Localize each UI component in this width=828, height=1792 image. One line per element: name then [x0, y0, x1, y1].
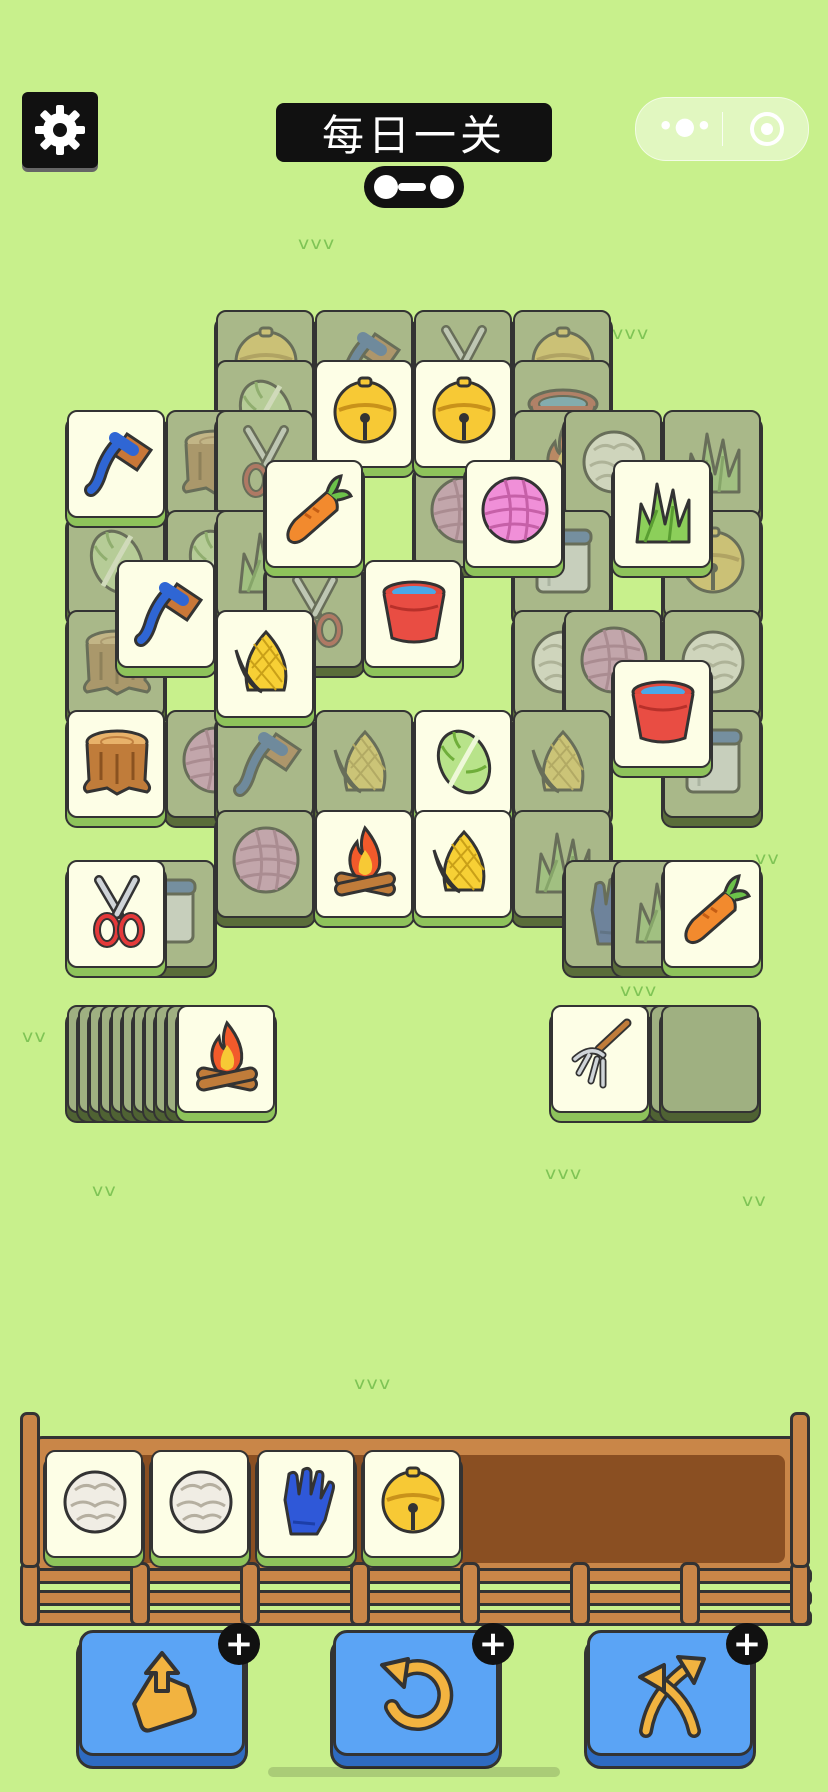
more-dots-icon[interactable]: •●•: [658, 112, 713, 140]
fence-post: [570, 1562, 590, 1626]
add-shuffle-icon[interactable]: +: [726, 1623, 768, 1665]
grass-decoration: ᵥᵥ: [92, 1169, 118, 1204]
shuffle-button[interactable]: +: [587, 1623, 768, 1756]
grass-decoration: ᵥᵥ: [22, 1015, 48, 1050]
home-indicator: [268, 1767, 560, 1777]
undo-button[interactable]: +: [333, 1623, 514, 1756]
glove-icon: [283, 1466, 335, 1536]
level-title: 每日一关: [276, 103, 552, 162]
grass-decoration: ᵥᵥᵥ: [545, 1152, 583, 1187]
carrot-icon: [286, 474, 354, 545]
target-close-icon[interactable]: [748, 110, 786, 148]
tile-bucket[interactable]: [613, 660, 711, 768]
tile-bucket[interactable]: [364, 560, 462, 668]
fence-post: [790, 1562, 810, 1626]
corn-icon: [333, 729, 387, 794]
tray-item-bell: [363, 1450, 461, 1558]
fence-post: [130, 1562, 150, 1626]
tile-carrot[interactable]: [265, 460, 363, 568]
miniprogram-capsule: •●•: [635, 97, 809, 161]
grass-decoration: ᵥᵥᵥ: [620, 969, 658, 1004]
brush-icon: [84, 431, 154, 497]
gear-icon: [35, 105, 85, 155]
add-undo-icon[interactable]: +: [472, 1623, 514, 1665]
fence-post: [20, 1562, 40, 1626]
add-remove-out-icon[interactable]: +: [218, 1623, 260, 1665]
stump-icon: [82, 729, 152, 796]
tile-yarn: [216, 810, 314, 918]
tile-corn: [315, 710, 413, 818]
settings-button[interactable]: [22, 92, 98, 168]
carrot-icon: [684, 874, 752, 945]
undo-icon: [380, 1657, 454, 1731]
tile-shears[interactable]: [67, 860, 165, 968]
cabbage-icon: [436, 729, 492, 795]
pitchfork-icon: [571, 1018, 632, 1089]
fence-post: [350, 1562, 370, 1626]
grass-icon: [635, 482, 691, 544]
bell-icon: [333, 376, 397, 444]
corn-icon: [234, 629, 288, 694]
bell-icon: [381, 1466, 445, 1534]
tile-cabbage[interactable]: [414, 710, 512, 818]
stack-card-back: [661, 1005, 759, 1113]
fence-post-tall: [790, 1412, 810, 1568]
grass-decoration: ᵥᵥᵥ: [354, 1362, 392, 1397]
tile-brush[interactable]: [117, 560, 215, 668]
tile-corn[interactable]: [216, 610, 314, 718]
tile-yarn[interactable]: [465, 460, 563, 568]
tile-bell[interactable]: [315, 360, 413, 468]
tray-item-glove: [257, 1450, 355, 1558]
remove-out-icon: [132, 1651, 197, 1733]
tile-brush: [216, 710, 314, 818]
yarn-icon: [481, 476, 549, 544]
capsule-divider: [722, 112, 723, 146]
corn-icon: [531, 729, 585, 794]
fence-post: [240, 1562, 260, 1626]
tile-grass[interactable]: [613, 460, 711, 568]
tile-carrot[interactable]: [663, 860, 761, 968]
level-progress: [364, 166, 464, 208]
tile-campfire[interactable]: [315, 810, 413, 918]
tile-brush[interactable]: [67, 410, 165, 518]
wool-icon: [169, 1470, 233, 1534]
fence-post: [460, 1562, 480, 1626]
grass-decoration: ᵥᵥᵥ: [612, 312, 650, 347]
tray-item-wool: [45, 1450, 143, 1558]
brush-icon: [233, 731, 303, 797]
progress-end-knob: [430, 175, 454, 199]
shears-icon: [93, 875, 145, 948]
progress-start-knob: [374, 175, 398, 199]
stack-left-top-campfire[interactable]: [177, 1005, 275, 1113]
stack-right-top-pitchfork[interactable]: [551, 1005, 649, 1113]
campfire-icon: [196, 1020, 258, 1092]
corn-icon: [432, 829, 486, 894]
wool-icon: [63, 1470, 127, 1534]
tray-item-wool: [151, 1450, 249, 1558]
remove-out-button[interactable]: +: [79, 1623, 260, 1756]
bucket-icon: [631, 680, 695, 744]
fence-post-tall: [20, 1412, 40, 1568]
fence-post: [680, 1562, 700, 1626]
brush-icon: [134, 581, 204, 647]
grass-decoration: ᵥᵥᵥ: [298, 222, 336, 257]
tile-corn: [513, 710, 611, 818]
campfire-icon: [334, 825, 396, 897]
tile-corn[interactable]: [414, 810, 512, 918]
grass-decoration: ᵥᵥ: [742, 1179, 768, 1214]
tile-bell[interactable]: [414, 360, 512, 468]
bucket-icon: [382, 580, 446, 644]
shuffle-icon: [638, 1655, 706, 1738]
bell-icon: [432, 376, 496, 444]
yarn-icon: [232, 826, 300, 894]
game-board: ᵥᵥᵥ ᵥᵥᵥ ᵥᵥ ᵥᵥᵥ ᵥᵥ ᵥᵥᵥ ᵥᵥ ᵥᵥ ᵥᵥᵥ 每日一关 •●•…: [0, 0, 828, 1792]
tile-stump[interactable]: [67, 710, 165, 818]
progress-fill: [398, 183, 426, 191]
